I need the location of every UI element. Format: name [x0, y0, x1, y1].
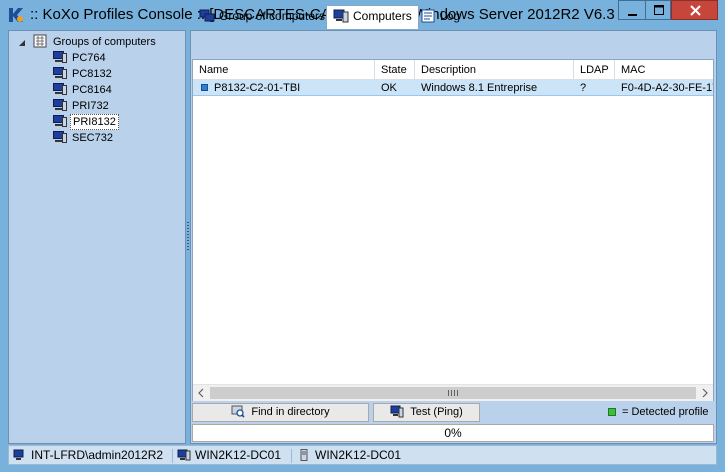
minimize-button[interactable]	[618, 0, 645, 20]
computer-icon	[53, 83, 67, 95]
maximize-icon	[654, 5, 664, 15]
directory-search-icon	[231, 405, 245, 418]
computer-status-icon	[201, 84, 208, 91]
computer-icon	[53, 67, 67, 79]
maximize-button[interactable]	[645, 0, 671, 20]
scroll-grip-icon	[448, 390, 458, 396]
chevron-left-icon	[198, 388, 204, 398]
tab-label: Log	[440, 9, 461, 23]
close-button[interactable]	[671, 0, 718, 20]
column-header-mac[interactable]: MAC	[615, 60, 713, 80]
tree-item-pc8164[interactable]: PC8164	[53, 82, 114, 98]
scroll-right-button[interactable]	[696, 385, 713, 401]
tab-log[interactable]: Log	[414, 6, 466, 28]
column-header-state[interactable]: State	[375, 60, 415, 80]
close-icon	[690, 5, 701, 16]
computer-icon	[333, 9, 349, 23]
computer-ping-icon	[390, 405, 404, 418]
computer-icon	[177, 449, 191, 461]
scroll-thumb[interactable]	[210, 387, 696, 399]
column-header-description[interactable]: Description	[415, 60, 574, 80]
scroll-left-button[interactable]	[193, 385, 210, 401]
tab-label: Group of computers	[219, 9, 326, 23]
cell-name: P8132-C2-01-TBI	[195, 80, 375, 96]
column-header-name[interactable]: Name	[193, 60, 375, 80]
tree-item-label: PRI732	[72, 100, 109, 112]
computer-icon	[53, 99, 67, 111]
detected-profile-legend: = Detected profile	[608, 406, 709, 419]
tree-item-label: SEC732	[72, 132, 113, 144]
tree-root-label: Groups of computers	[53, 36, 156, 48]
find-in-directory-button[interactable]: Find in directory	[192, 403, 369, 422]
computer-group-icon	[33, 34, 47, 48]
status-user: INT-LFRD\admin2012R2	[13, 448, 163, 464]
status-bar: INT-LFRD\admin2012R2 WIN2K12-DC01 WIN2K1…	[8, 445, 717, 465]
cell-ldap: ?	[580, 82, 587, 94]
chevron-right-icon	[702, 388, 708, 398]
panel-splitter-grip[interactable]	[187, 222, 189, 252]
status-server-1-text: WIN2K12-DC01	[195, 448, 282, 462]
legend-label: = Detected profile	[622, 406, 709, 418]
find-in-directory-label: Find in directory	[251, 406, 330, 418]
computer-icon	[53, 131, 67, 143]
table-row[interactable]: P8132-C2-01-TBI OK Windows 8.1 Entrepris…	[193, 80, 713, 96]
computer-group-icon	[199, 9, 215, 22]
user-server-icon	[13, 449, 27, 461]
tree-item-pc764[interactable]: PC764	[53, 50, 108, 66]
koxo-app-icon[interactable]	[8, 7, 24, 23]
tree-item-pc8132[interactable]: PC8132	[53, 66, 114, 82]
tree-item-pri732[interactable]: PRI732	[53, 98, 111, 114]
status-separator	[291, 449, 292, 463]
horizontal-scrollbar[interactable]	[193, 384, 713, 401]
tree-item-label: PC8132	[72, 68, 112, 80]
status-separator	[172, 449, 173, 463]
tab-group-of-computers[interactable]: Group of computers	[193, 6, 331, 28]
progress-text: 0%	[444, 426, 462, 440]
status-server-2: WIN2K12-DC01	[297, 448, 401, 464]
status-server-2-text: WIN2K12-DC01	[315, 448, 402, 462]
cell-mac: F0-4D-A2-30-FE-17	[621, 82, 713, 94]
cell-description: Windows 8.1 Entreprise	[421, 82, 538, 94]
log-icon	[421, 9, 435, 23]
progress-bar: 0%	[192, 424, 714, 442]
detected-profile-icon	[608, 408, 616, 416]
tree-item-label: PRI8132	[70, 114, 119, 130]
computer-groups-tree[interactable]: Groups of computers PC764 PC8132 PC8164 …	[8, 30, 186, 444]
status-user-text: INT-LFRD\admin2012R2	[31, 448, 164, 462]
server-icon	[297, 449, 311, 461]
collapse-arrow-icon[interactable]	[18, 39, 26, 47]
tree-item-label: PC8164	[72, 84, 112, 96]
tree-item-pri8132[interactable]: PRI8132	[53, 114, 119, 130]
computer-icon	[53, 115, 67, 127]
tree-item-sec732[interactable]: SEC732	[53, 130, 115, 146]
tab-computers[interactable]: Computers	[326, 5, 419, 29]
computer-icon	[53, 51, 67, 63]
grid-header: Name State Description LDAP MAC	[193, 60, 713, 80]
cell-state: OK	[381, 82, 397, 94]
tree-root-groups[interactable]: Groups of computers	[33, 34, 158, 50]
status-server-1: WIN2K12-DC01	[177, 448, 281, 464]
minimize-icon	[628, 14, 637, 16]
test-ping-label: Test (Ping)	[410, 406, 463, 418]
tree-item-label: PC764	[72, 52, 106, 64]
test-ping-button[interactable]: Test (Ping)	[373, 403, 480, 422]
cell-name-text: P8132-C2-01-TBI	[214, 82, 301, 94]
tab-label: Computers	[353, 9, 412, 23]
computers-grid[interactable]: Name State Description LDAP MAC P8132-C2…	[192, 59, 714, 401]
column-header-ldap[interactable]: LDAP	[574, 60, 615, 80]
